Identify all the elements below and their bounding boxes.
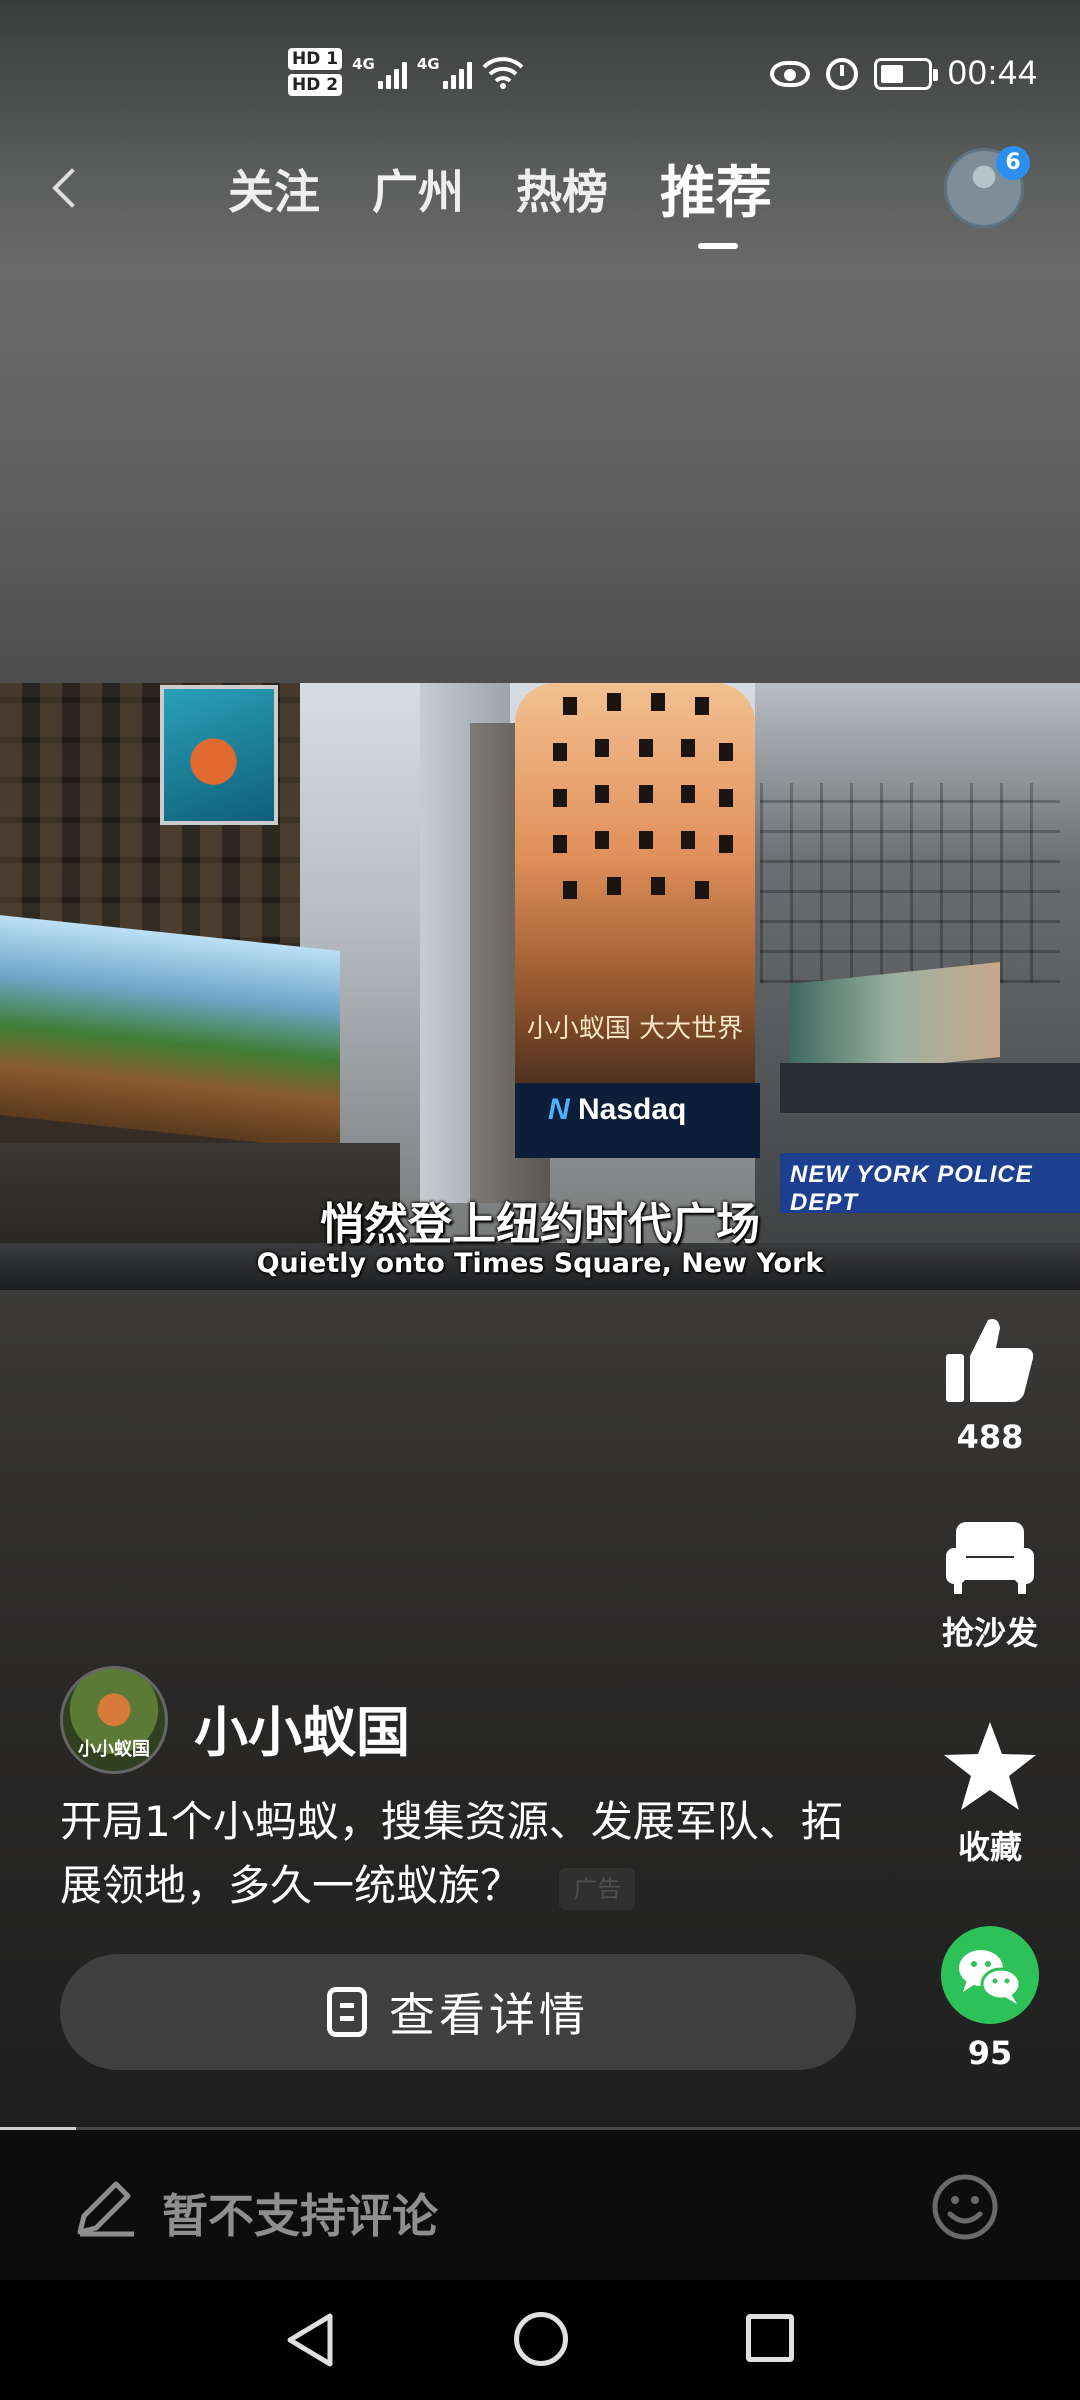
network-type-2: 4G bbox=[416, 55, 440, 73]
sim1-label: HD 1 bbox=[288, 48, 343, 70]
sim2-label: HD 2 bbox=[288, 74, 343, 96]
network-type-1: 4G bbox=[352, 55, 375, 73]
view-details-button[interactable]: 查看详情 bbox=[60, 1954, 856, 2070]
comment-disabled-text: 暂不支持评论 bbox=[162, 2189, 438, 2243]
subtitle-english: Quietly onto Times Square, New York bbox=[256, 1248, 824, 1279]
like-action[interactable]: 488 bbox=[920, 1312, 1060, 1456]
share-action[interactable]: 95 bbox=[920, 1926, 1060, 2072]
subtitle-chinese: 悄然登上纽约时代广场 bbox=[320, 1199, 760, 1250]
battery-icon bbox=[873, 57, 938, 90]
notification-badge: 6 bbox=[996, 146, 1030, 180]
signal-icon-1: 4G bbox=[352, 55, 407, 89]
author-avatar-text: 小小蚁国 bbox=[78, 1739, 150, 1760]
share-count: 95 bbox=[967, 2034, 1013, 2072]
scene-windows-right bbox=[760, 783, 1060, 983]
scene-canopy bbox=[780, 1063, 1080, 1113]
alarm-icon bbox=[825, 57, 858, 90]
author-name[interactable]: 小小蚁国 bbox=[194, 1688, 410, 1767]
nasdaq-logo-icon: N bbox=[548, 1093, 570, 1126]
scene-billboard-ant bbox=[160, 685, 278, 825]
eye-comfort-icon bbox=[769, 60, 810, 87]
nasdaq-sign-text: Nasdaq bbox=[578, 1093, 687, 1126]
favorite-action[interactable]: 收藏 bbox=[920, 1720, 1060, 1868]
document-icon bbox=[327, 1987, 367, 2037]
tab-trending[interactable]: 热榜 bbox=[516, 156, 608, 222]
sofa-action[interactable]: 抢沙发 bbox=[920, 1518, 1060, 1654]
scene-billboard-grass bbox=[0, 915, 340, 1151]
clock: 00:44 bbox=[947, 54, 1038, 92]
description-text: 开局1个小蚂蚁，搜集资源、发展军队、拓展领地，多久一统蚁族？ bbox=[60, 1797, 843, 1910]
ad-badge: 广告 bbox=[559, 1867, 636, 1910]
scene-nasdaq-tower bbox=[515, 683, 755, 1113]
nav-recents-icon[interactable] bbox=[746, 2314, 794, 2362]
favorite-label: 收藏 bbox=[957, 1828, 1022, 1866]
sim-indicators: HD 1 HD 2 bbox=[288, 48, 343, 96]
post-description: 开局1个小蚂蚁，搜集资源、发展军队、拓展领地，多久一统蚁族？ 广告 bbox=[60, 1790, 860, 1918]
wifi-icon bbox=[482, 57, 524, 89]
star-icon bbox=[944, 1722, 1036, 1810]
status-bar: HD 1 HD 2 4G 4G 00:44 bbox=[0, 0, 1080, 160]
feed-tabs: 关注 广州 热榜 推荐 bbox=[228, 148, 772, 249]
billboard-title: 小小蚁国 大大世界 bbox=[526, 1014, 744, 1044]
video-player[interactable]: 小小蚁国 大大世界 N Nasdaq NEW YORK POLICE DEPT … bbox=[0, 683, 1080, 1290]
view-details-label: 查看详情 bbox=[389, 1988, 589, 2042]
tab-guangzhou[interactable]: 广州 bbox=[372, 156, 464, 222]
signal-icon-2: 4G bbox=[417, 55, 472, 89]
wechat-icon bbox=[941, 1926, 1039, 2024]
nasdaq-sign: N Nasdaq bbox=[548, 1093, 686, 1127]
tab-following[interactable]: 关注 bbox=[228, 156, 320, 222]
nav-back-icon[interactable] bbox=[282, 2310, 338, 2370]
thumbs-up-icon bbox=[946, 1319, 1034, 1402]
sofa-icon bbox=[946, 1522, 1034, 1594]
back-chevron-icon[interactable] bbox=[40, 158, 90, 218]
sofa-label: 抢沙发 bbox=[941, 1614, 1038, 1652]
status-right: 00:44 bbox=[769, 54, 1038, 93]
scene-tower-windows bbox=[553, 693, 733, 899]
nav-home-icon[interactable] bbox=[514, 2312, 568, 2366]
pen-icon bbox=[77, 2181, 134, 2237]
tab-recommended[interactable]: 推荐 bbox=[660, 148, 772, 249]
like-count: 488 bbox=[956, 1418, 1024, 1456]
emoji-icon[interactable] bbox=[930, 2172, 1000, 2242]
status-left: HD 1 HD 2 4G 4G bbox=[288, 48, 524, 96]
